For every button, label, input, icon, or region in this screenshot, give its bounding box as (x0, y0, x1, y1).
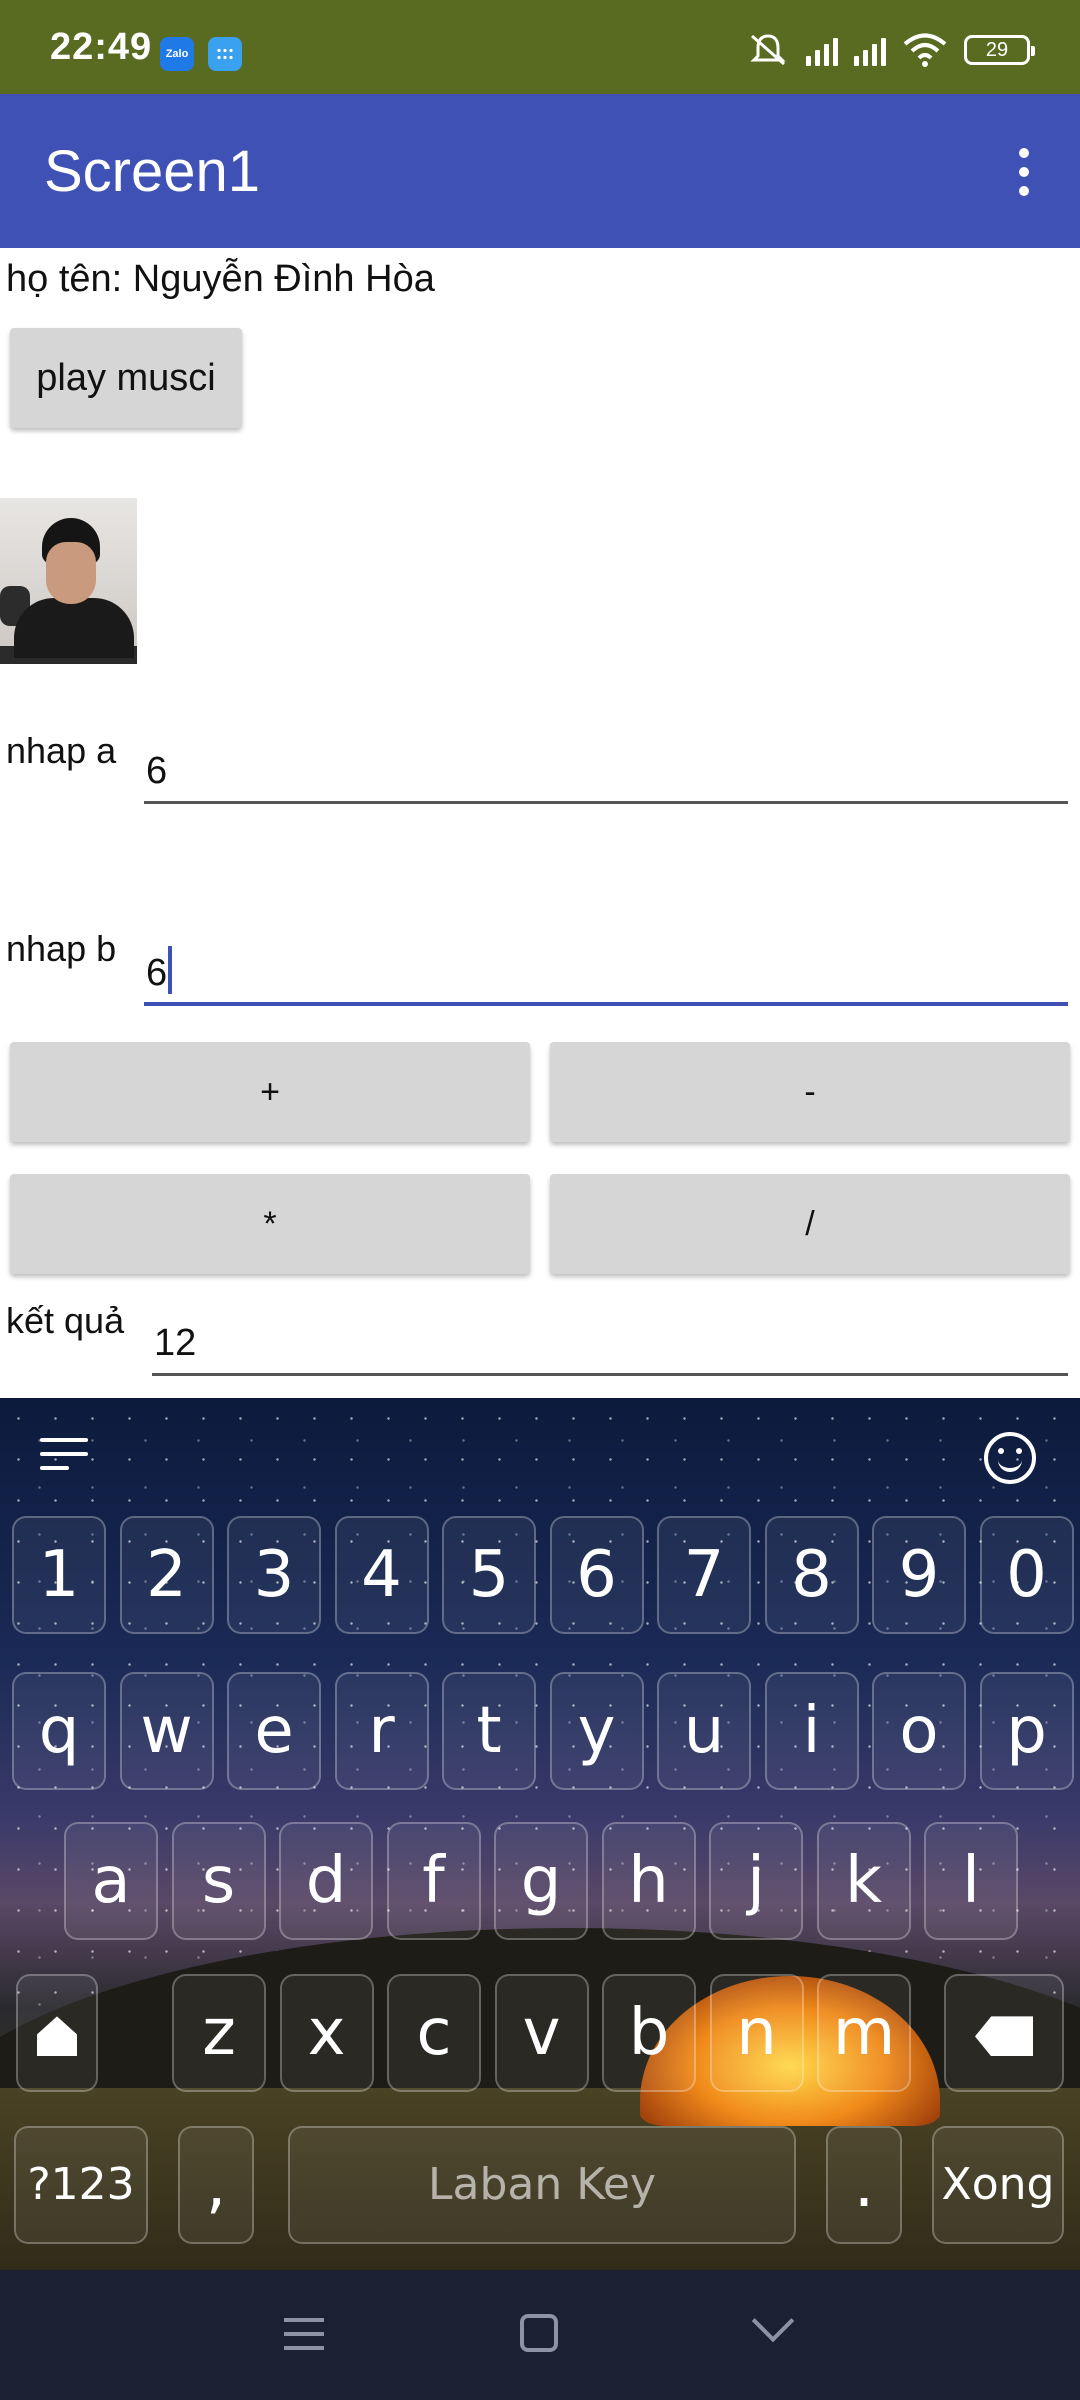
symbols-key[interactable]: ?123 (14, 2126, 148, 2244)
space-key[interactable]: Laban Key (288, 2126, 796, 2244)
status-time: 22:49 (50, 26, 153, 68)
key-j[interactable]: j (709, 1822, 803, 1940)
key-6[interactable]: 6 (549, 1516, 644, 1634)
home-icon[interactable] (520, 2314, 558, 2352)
keyboard: 1234567890 qwertyuiop asdfghjkl zxcvbnm ?12… (0, 1398, 1080, 2270)
page-title: Screen1 (44, 139, 261, 204)
input-a-field[interactable] (144, 734, 1068, 804)
key-0[interactable]: 0 (979, 1516, 1074, 1634)
key-z[interactable]: z (172, 1974, 266, 2092)
key-g[interactable]: g (494, 1822, 588, 1940)
key-b[interactable]: b (602, 1974, 696, 2092)
recent-apps-icon[interactable] (284, 2318, 324, 2360)
key-1[interactable]: 1 (12, 1516, 106, 1634)
key-7[interactable]: 7 (657, 1516, 751, 1634)
key-k[interactable]: k (816, 1822, 911, 1940)
add-button[interactable]: + (10, 1042, 530, 1142)
mute-icon (750, 34, 786, 66)
multiply-button[interactable]: * (10, 1174, 530, 1274)
back-icon[interactable] (751, 2299, 795, 2343)
key-4[interactable]: 4 (334, 1516, 429, 1634)
key-s[interactable]: s (171, 1822, 266, 1940)
key-a[interactable]: a (64, 1822, 158, 1940)
shift-icon (37, 2016, 77, 2057)
status-bar: 22:49 Zalo 29 (0, 0, 1080, 94)
divide-button[interactable]: / (550, 1174, 1070, 1274)
keyboard-menu-icon[interactable] (40, 1438, 88, 1474)
period-key[interactable]: . (826, 2126, 902, 2244)
key-x[interactable]: x (279, 1974, 374, 2092)
key-y[interactable]: y (549, 1672, 644, 1790)
more-vert-icon[interactable] (1014, 148, 1034, 198)
backspace-key[interactable] (944, 1974, 1064, 2092)
result-field[interactable] (152, 1306, 1068, 1376)
result-label: kết quả (6, 1300, 125, 1341)
key-l[interactable]: l (924, 1822, 1018, 1940)
key-i[interactable]: i (764, 1672, 859, 1790)
key-3[interactable]: 3 (227, 1516, 321, 1634)
key-5[interactable]: 5 (442, 1516, 536, 1634)
avatar (0, 498, 137, 664)
key-f[interactable]: f (386, 1822, 481, 1940)
nav-bar (0, 2270, 1080, 2400)
signal-icon (854, 34, 886, 66)
input-b-field[interactable] (144, 936, 1068, 1006)
wifi-icon (903, 33, 947, 67)
key-8[interactable]: 8 (764, 1516, 859, 1634)
emoji-icon[interactable] (984, 1432, 1036, 1484)
status-icons: 29 (746, 32, 1035, 68)
done-key[interactable]: Xong (932, 2126, 1064, 2244)
name-label: họ tên: Nguyễn Đình Hòa (6, 258, 435, 300)
key-d[interactable]: d (279, 1822, 373, 1940)
key-9[interactable]: 9 (872, 1516, 966, 1634)
comma-key[interactable]: , (178, 2126, 254, 2244)
shift-key[interactable] (16, 1974, 98, 2092)
key-q[interactable]: q (12, 1672, 106, 1790)
key-m[interactable]: m (817, 1974, 911, 2092)
key-t[interactable]: t (442, 1672, 536, 1790)
backspace-icon (975, 2016, 1033, 2057)
input-b-label: nhap b (6, 928, 117, 969)
key-e[interactable]: e (227, 1672, 321, 1790)
key-n[interactable]: n (709, 1974, 804, 2092)
key-p[interactable]: p (979, 1672, 1074, 1790)
battery-icon: 29 (964, 35, 1035, 65)
signal-icon (806, 34, 838, 66)
text-cursor (168, 946, 172, 994)
app-bar: Screen1 (0, 94, 1080, 248)
play-music-button[interactable]: play musci (10, 328, 242, 428)
key-w[interactable]: w (119, 1672, 214, 1790)
key-c[interactable]: c (387, 1974, 481, 2092)
key-u[interactable]: u (657, 1672, 751, 1790)
key-v[interactable]: v (494, 1974, 589, 2092)
input-a-label: nhap a (6, 730, 117, 771)
key-2[interactable]: 2 (119, 1516, 214, 1634)
key-r[interactable]: r (334, 1672, 429, 1790)
key-h[interactable]: h (601, 1822, 696, 1940)
subtract-button[interactable]: - (550, 1042, 1070, 1142)
key-o[interactable]: o (872, 1672, 966, 1790)
keypad-icon (208, 37, 242, 71)
zalo-icon: Zalo (160, 37, 194, 71)
